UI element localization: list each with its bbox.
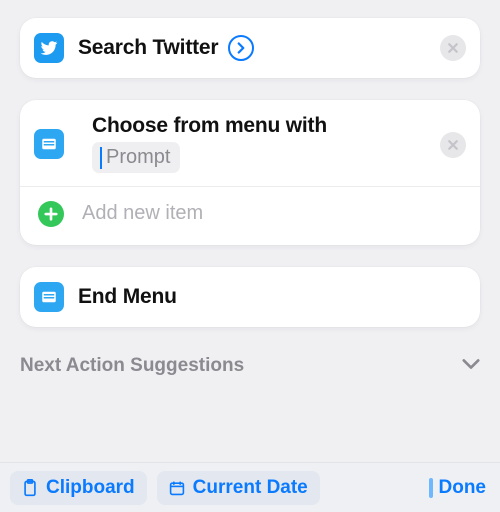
action-row[interactable]: End Menu: [20, 267, 480, 327]
action-row[interactable]: Search Twitter: [20, 18, 480, 78]
add-item-label: Add new item: [82, 202, 203, 225]
calendar-icon: [169, 479, 185, 497]
keyboard-accessory-bar: Clipboard Current Date Done: [0, 462, 500, 512]
done-label: Done: [439, 477, 487, 499]
text-cursor-icon: [100, 147, 102, 169]
plus-icon: [38, 201, 64, 227]
menu-icon: [34, 129, 64, 159]
chip-label: Current Date: [193, 477, 308, 499]
action-title: Search Twitter: [78, 36, 218, 60]
clipboard-icon: [22, 479, 38, 497]
done-indicator-icon: [429, 478, 433, 498]
action-card-end-menu: End Menu: [20, 267, 480, 327]
chevron-down-icon: [462, 357, 480, 375]
prompt-token-label: Prompt: [106, 146, 170, 169]
remove-action-button[interactable]: [440, 132, 466, 158]
remove-action-button[interactable]: [440, 35, 466, 61]
add-menu-item-button[interactable]: Add new item: [20, 187, 480, 245]
action-title: End Menu: [78, 285, 177, 309]
suggestion-chip-current-date[interactable]: Current Date: [157, 471, 320, 505]
action-card-search-twitter: Search Twitter: [20, 18, 480, 78]
prompt-token-field[interactable]: Prompt: [92, 142, 180, 173]
keyboard-done-button[interactable]: Done: [429, 477, 491, 499]
suggestions-title: Next Action Suggestions: [20, 355, 244, 377]
twitter-icon: [34, 33, 64, 63]
chip-label: Clipboard: [46, 477, 135, 499]
disclosure-chevron-icon[interactable]: [228, 35, 254, 61]
menu-icon: [34, 282, 64, 312]
action-title: Choose from menu with: [92, 114, 440, 138]
action-row[interactable]: Choose from menu with Prompt: [20, 100, 480, 178]
action-card-choose-from-menu: Choose from menu with Prompt Add new ite…: [20, 100, 480, 245]
suggestion-chip-clipboard[interactable]: Clipboard: [10, 471, 147, 505]
suggestions-header[interactable]: Next Action Suggestions: [0, 349, 500, 387]
